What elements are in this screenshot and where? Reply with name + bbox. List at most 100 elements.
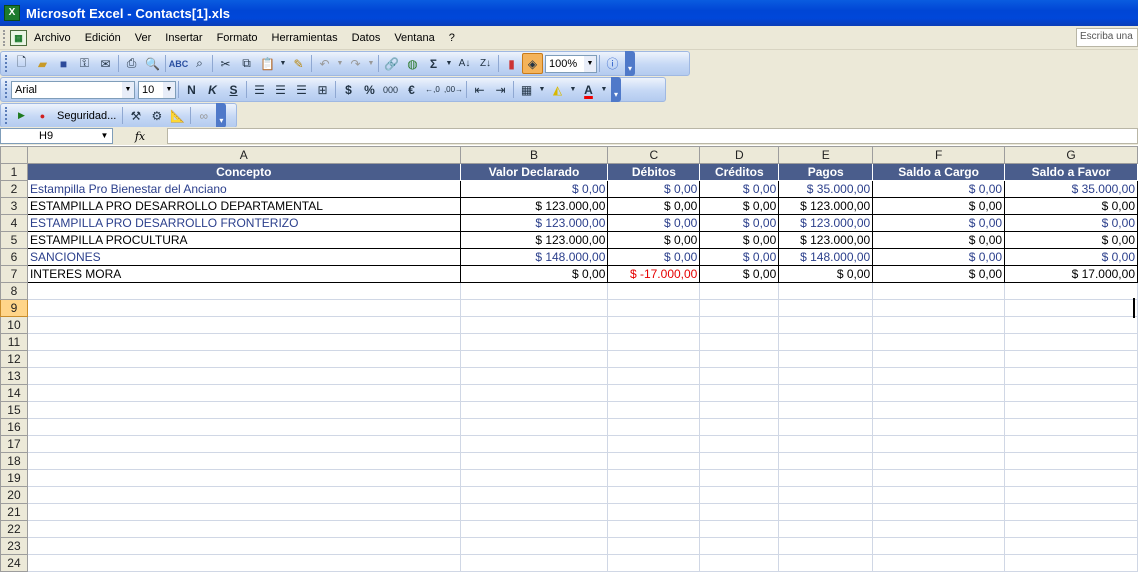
ruler-icon[interactable]: 📐 <box>167 105 188 126</box>
empty-cell[interactable] <box>778 367 874 385</box>
empty-cell[interactable] <box>778 350 874 368</box>
empty-cell[interactable] <box>1004 401 1138 419</box>
cell-concepto[interactable]: SANCIONES <box>26 248 461 266</box>
row-header[interactable]: 5 <box>0 231 28 249</box>
menu-grip-icon[interactable] <box>3 29 7 46</box>
empty-cell[interactable] <box>699 367 780 385</box>
empty-cell[interactable] <box>460 435 609 453</box>
borders-dropdown-icon[interactable]: ▼ <box>537 79 547 100</box>
empty-cell[interactable] <box>778 554 874 572</box>
print-icon[interactable]: ⎙ <box>121 53 142 74</box>
empty-cell[interactable] <box>699 537 780 555</box>
cell-concepto[interactable]: ESTAMPILLA PRO DESARROLLO FRONTERIZO <box>26 214 461 232</box>
empty-cell[interactable] <box>460 503 609 521</box>
cell-valor-declarado[interactable]: $ 0,00 <box>460 265 609 283</box>
cell-creditos[interactable]: $ 0,00 <box>699 248 780 266</box>
empty-cell[interactable] <box>1004 554 1138 572</box>
cell-creditos[interactable]: $ 0,00 <box>699 231 780 249</box>
cell-valor-declarado[interactable]: $ 123.000,00 <box>460 214 609 232</box>
cell-pagos[interactable]: $ 0,00 <box>778 265 874 283</box>
row-header[interactable]: 21 <box>0 503 28 521</box>
row-header[interactable]: 8 <box>0 282 28 300</box>
design-mode-icon[interactable]: ⚙ <box>146 105 167 126</box>
empty-cell[interactable] <box>27 333 461 351</box>
email-icon[interactable]: ✉ <box>95 53 116 74</box>
empty-cell[interactable] <box>1004 384 1138 402</box>
cell-saldo-cargo[interactable]: $ 0,00 <box>872 231 1006 249</box>
row-header[interactable]: 20 <box>0 486 28 504</box>
empty-cell[interactable] <box>699 469 780 487</box>
empty-cell[interactable] <box>872 469 1006 487</box>
underline-button[interactable]: S <box>223 79 244 100</box>
cell-saldo-favor[interactable]: $ 17.000,00 <box>1004 265 1138 283</box>
empty-cell[interactable] <box>460 333 609 351</box>
empty-cell[interactable] <box>27 469 461 487</box>
borders-icon[interactable]: ▦ <box>516 79 537 100</box>
empty-cell[interactable] <box>460 486 609 504</box>
cell-creditos[interactable]: $ 0,00 <box>699 265 780 283</box>
new-file-icon[interactable]: 🗋 <box>11 53 32 74</box>
column-header-f[interactable]: F <box>872 146 1006 164</box>
empty-cell[interactable] <box>27 367 461 385</box>
empty-cell[interactable] <box>872 401 1006 419</box>
permission-icon[interactable]: ⚿ <box>74 53 95 74</box>
empty-cell[interactable] <box>699 452 780 470</box>
bold-button[interactable]: N <box>181 79 202 100</box>
format-painter-icon[interactable]: ✎ <box>288 53 309 74</box>
cell-saldo-favor[interactable]: $ 0,00 <box>1004 197 1138 215</box>
autosum-dropdown-icon[interactable]: ▼ <box>444 53 454 74</box>
toolbar-grip-icon[interactable] <box>5 81 8 98</box>
empty-cell[interactable] <box>872 452 1006 470</box>
empty-cell[interactable] <box>872 333 1006 351</box>
currency-button[interactable]: $ <box>338 79 359 100</box>
empty-cell[interactable] <box>1004 333 1138 351</box>
cell-debitos[interactable]: $ 0,00 <box>607 180 701 198</box>
sort-ascending-icon[interactable]: A↓ <box>454 53 475 74</box>
header-cell-pagos[interactable]: Pagos <box>778 163 874 181</box>
menu-ventana[interactable]: Ventana <box>387 32 441 44</box>
row-header[interactable]: 6 <box>0 248 28 266</box>
empty-cell[interactable] <box>460 554 609 572</box>
excel-app-icon[interactable]: X <box>4 5 20 21</box>
empty-cell[interactable] <box>1004 503 1138 521</box>
empty-cell[interactable] <box>27 520 461 538</box>
percent-button[interactable]: % <box>359 79 380 100</box>
empty-cell[interactable] <box>1004 316 1138 334</box>
row-header[interactable]: 4 <box>0 214 28 232</box>
empty-cell[interactable] <box>699 333 780 351</box>
chevron-down-icon[interactable]: ▼ <box>122 81 134 98</box>
header-cell-valor-declarado[interactable]: Valor Declarado <box>459 163 609 181</box>
menu-ver[interactable]: Ver <box>128 32 159 44</box>
empty-cell[interactable] <box>872 299 1006 317</box>
cell-creditos[interactable]: $ 0,00 <box>699 197 780 215</box>
empty-cell[interactable] <box>699 350 780 368</box>
globe-icon[interactable]: ◍ <box>402 53 423 74</box>
empty-cell[interactable] <box>778 469 874 487</box>
cell-pagos[interactable]: $ 35.000,00 <box>778 180 874 198</box>
cell-saldo-favor[interactable]: $ 35.000,00 <box>1004 180 1138 198</box>
zoom-select[interactable]: 100% ▼ <box>545 54 597 73</box>
workbook-icon[interactable]: ▦ <box>10 29 27 46</box>
empty-cell[interactable] <box>27 418 461 436</box>
font-size-select[interactable]: 10 ▼ <box>138 80 176 99</box>
cell-pagos[interactable]: $ 123.000,00 <box>778 214 874 232</box>
empty-cell[interactable] <box>872 367 1006 385</box>
empty-cell[interactable] <box>607 520 701 538</box>
row-header[interactable]: 17 <box>0 435 28 453</box>
empty-cell[interactable] <box>699 435 780 453</box>
align-center-icon[interactable]: ☰ <box>270 79 291 100</box>
empty-cell[interactable] <box>607 537 701 555</box>
empty-cell[interactable] <box>460 469 609 487</box>
toolbar-options-icon[interactable]: ▾ <box>625 51 635 76</box>
empty-cell[interactable] <box>607 435 701 453</box>
empty-cell[interactable] <box>607 333 701 351</box>
empty-cell[interactable] <box>778 435 874 453</box>
cell-concepto[interactable]: INTERES MORA <box>26 265 461 283</box>
row-header[interactable]: 7 <box>0 265 28 283</box>
cell-pagos[interactable]: $ 123.000,00 <box>778 231 874 249</box>
menu-herramientas[interactable]: Herramientas <box>265 32 345 44</box>
column-header-b[interactable]: B <box>459 146 609 164</box>
empty-cell[interactable] <box>27 554 461 572</box>
empty-cell[interactable] <box>778 401 874 419</box>
empty-cell[interactable] <box>27 384 461 402</box>
